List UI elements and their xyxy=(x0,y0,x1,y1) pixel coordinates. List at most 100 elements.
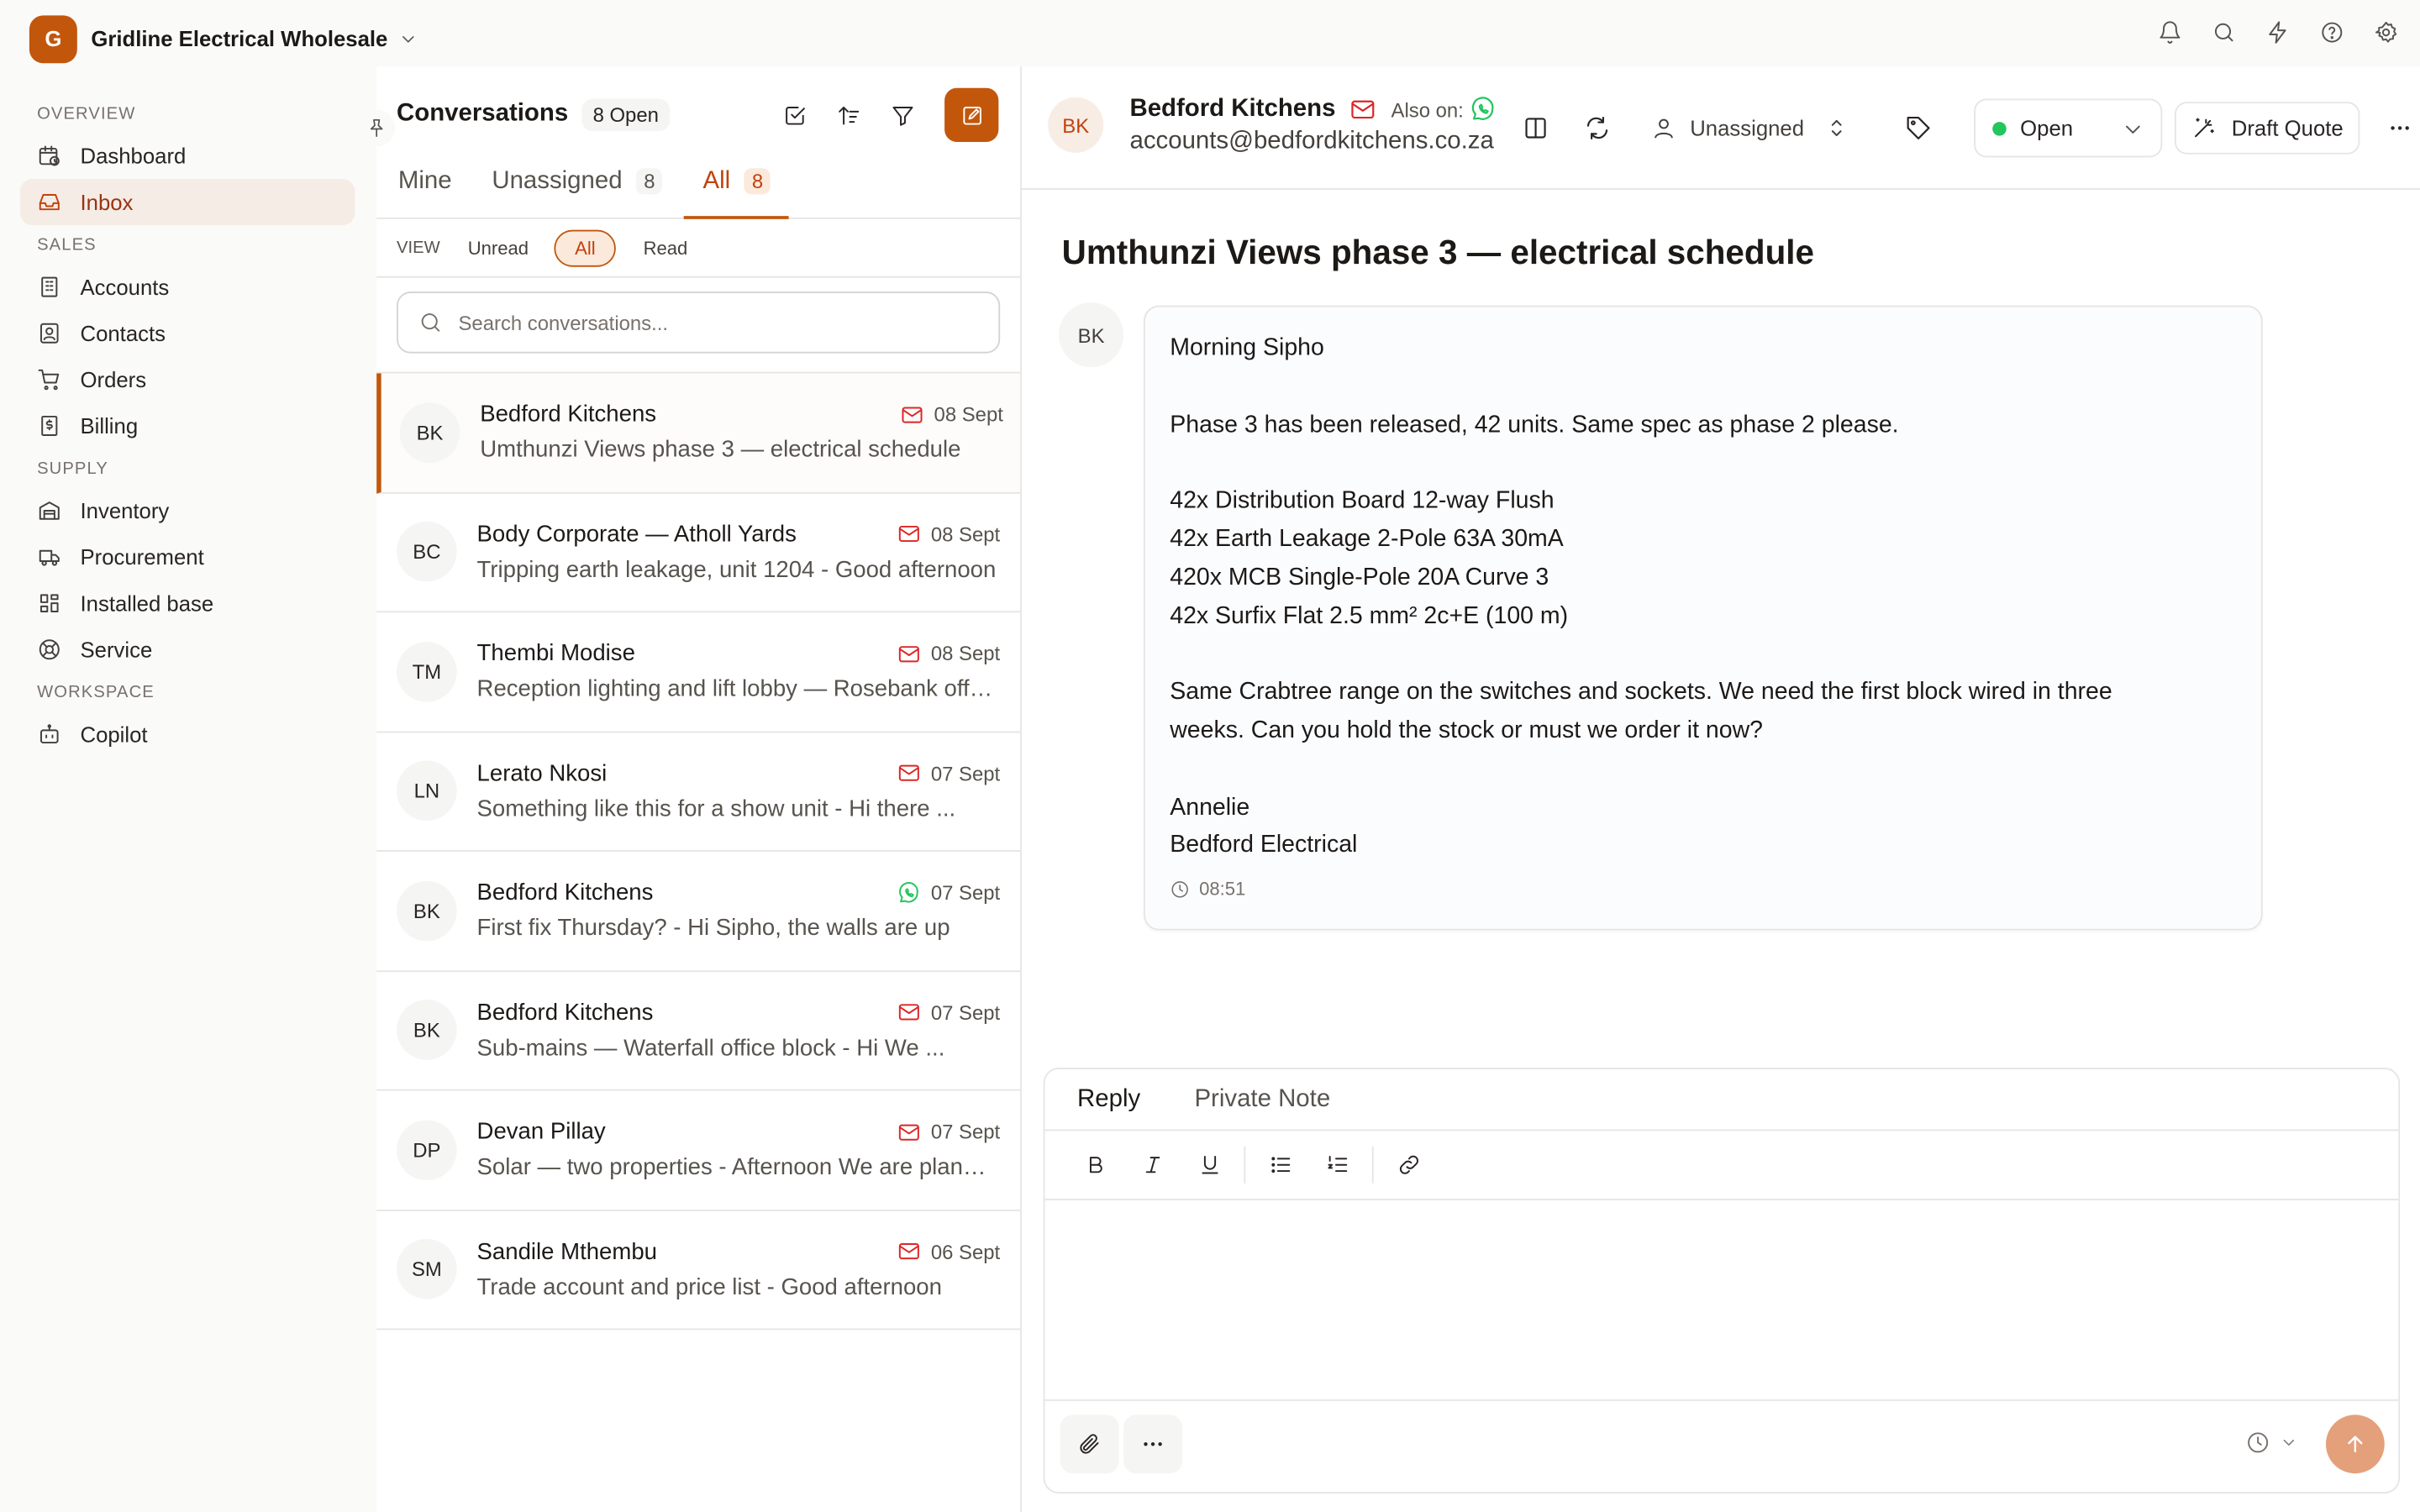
view-all[interactable]: All xyxy=(555,228,616,266)
calendar-clock-icon xyxy=(39,145,60,166)
reply-composer: Reply Private Note xyxy=(1043,1068,2401,1494)
more-icon[interactable] xyxy=(2388,116,2412,140)
status-dot xyxy=(1992,121,2007,135)
sidebar-item-installed-base[interactable]: Installed base xyxy=(20,580,355,627)
conversation-avatar: BK xyxy=(397,1000,457,1061)
conversation-date: 07 Sept xyxy=(930,881,1001,905)
conversation-search xyxy=(397,291,1001,354)
conversation-meta: 07 Sept xyxy=(897,880,1000,905)
conversation-item[interactable]: TM Thembi Modise 08 Sept Reception lighting… xyxy=(376,612,1021,732)
reply-textarea[interactable] xyxy=(1044,1200,2399,1399)
attach-button[interactable] xyxy=(1060,1415,1119,1474)
message-line xyxy=(1170,369,2236,407)
sidebar-item-copilot[interactable]: Copilot xyxy=(20,711,355,758)
paperclip-icon xyxy=(1080,1434,1099,1454)
contact-name[interactable]: Bedford Kitchens xyxy=(1129,96,1335,123)
sidebar-panel-icon[interactable] xyxy=(1522,114,1549,142)
filter-icon[interactable] xyxy=(891,102,915,127)
tag-icon[interactable] xyxy=(1904,114,1932,142)
conversation-body: Lerato Nkosi 07 Sept Something like this f… xyxy=(477,760,1001,822)
sidebar-item-label: Copilot xyxy=(80,722,148,747)
message-time-row: 08:51 xyxy=(1170,878,2236,900)
sidebar-item-dashboard[interactable]: Dashboard xyxy=(20,133,355,179)
section-workspace: WORKSPACE xyxy=(37,682,155,701)
conversation-item[interactable]: BC Body Corporate — Atholl Yards 08 Sept Tr… xyxy=(376,493,1021,613)
italic-icon[interactable] xyxy=(1123,1142,1181,1188)
view-read[interactable]: Read xyxy=(644,237,688,259)
message-sender-avatar: BK xyxy=(1059,302,1124,368)
sidebar-item-label: Service xyxy=(80,637,153,662)
conversation-tabs: Mine Unassigned 8 All 8 xyxy=(376,162,1021,219)
lifebuoy-icon xyxy=(39,639,60,660)
conversation-items: BK Bedford Kitchens 08 Sept Umthunzi Views … xyxy=(376,371,1021,1331)
status-label: Open xyxy=(2020,115,2074,141)
compose-button[interactable] xyxy=(944,87,999,142)
sidebar-item-billing[interactable]: Billing xyxy=(20,402,355,449)
org-switcher[interactable]: G Gridline Electrical Wholesale xyxy=(29,14,418,63)
sidebar-item-service[interactable]: Service xyxy=(20,627,355,673)
conversation-list-header: Conversations 8 Open xyxy=(376,66,1020,162)
sidebar-item-accounts[interactable]: Accounts xyxy=(20,264,355,310)
tab-reply[interactable]: Reply xyxy=(1077,1085,1140,1113)
settings-icon[interactable] xyxy=(2374,20,2398,45)
whatsapp-icon[interactable] xyxy=(1470,96,1497,123)
sidebar-item-inbox[interactable]: Inbox xyxy=(19,179,355,226)
conversation-item[interactable]: SM Sandile Mthembu 06 Sept Trade account an… xyxy=(376,1210,1021,1331)
status-select[interactable]: Open xyxy=(1974,98,2163,158)
conversation-preview: Solar — two properties - Afternoon We ar… xyxy=(476,1154,997,1181)
mail-icon xyxy=(897,1239,921,1263)
section-supply: SUPPLY xyxy=(37,459,108,478)
conversation-item[interactable]: BK Bedford Kitchens 07 Sept Sub-mains — Wat… xyxy=(376,971,1021,1091)
conversation-date: 07 Sept xyxy=(930,1120,1001,1144)
bell-icon[interactable] xyxy=(2158,20,2182,45)
link-icon[interactable] xyxy=(1380,1142,1437,1188)
zap-icon[interactable] xyxy=(2265,20,2290,45)
search-icon[interactable] xyxy=(2212,20,2236,45)
mail-icon xyxy=(897,1120,921,1144)
sidebar-item-contacts[interactable]: Contacts xyxy=(20,310,355,356)
message-line: Bedford Electrical xyxy=(1170,832,1358,858)
message-bubble: Morning Sipho Phase 3 has been released, … xyxy=(1144,305,2263,931)
chevron-down-icon xyxy=(2283,1439,2295,1446)
bullet-list-icon[interactable] xyxy=(1252,1142,1309,1188)
magic-wand-icon xyxy=(2194,118,2214,138)
sort-icon[interactable] xyxy=(837,102,861,127)
conversation-item[interactable]: BK Bedford Kitchens 07 Sept First fix Thurs… xyxy=(376,852,1021,972)
tab-all[interactable]: All 8 xyxy=(684,162,790,219)
whatsapp-icon xyxy=(897,880,921,905)
message-line: Same Crabtree range on the switches and … xyxy=(1170,679,2112,706)
mail-icon xyxy=(900,402,924,427)
numbered-list-icon[interactable] xyxy=(1309,1142,1366,1188)
conversation-row-top: Bedford Kitchens 07 Sept xyxy=(477,879,1001,906)
conversation-meta: 08 Sept xyxy=(897,642,1000,666)
assignee-select[interactable]: Unassigned xyxy=(1651,116,1849,140)
tab-private-note[interactable]: Private Note xyxy=(1194,1085,1330,1113)
sidebar-item-procurement[interactable]: Procurement xyxy=(20,534,355,580)
draft-quote-button[interactable]: Draft Quote xyxy=(2174,102,2360,155)
help-icon[interactable] xyxy=(2320,20,2344,45)
conversation-row-top: Bedford Kitchens 08 Sept xyxy=(480,402,1003,428)
send-button[interactable] xyxy=(2325,1415,2385,1474)
tab-mine[interactable]: Mine xyxy=(398,162,452,218)
user-icon xyxy=(1655,118,1673,139)
bold-icon[interactable] xyxy=(1066,1142,1123,1188)
conversation-avatar: SM xyxy=(397,1239,457,1299)
conversation-item[interactable]: DP Devan Pillay 07 Sept Solar — two propert… xyxy=(376,1091,1021,1210)
more-options-button[interactable] xyxy=(1123,1415,1182,1474)
schedule-send[interactable] xyxy=(2245,1431,2297,1455)
conversation-name: Bedford Kitchens xyxy=(476,879,654,906)
select-checkbox-icon[interactable] xyxy=(782,102,807,127)
view-unread[interactable]: Unread xyxy=(468,237,529,259)
mail-icon xyxy=(897,642,921,666)
conversation-item[interactable]: BK Bedford Kitchens 08 Sept Umthunzi Views … xyxy=(376,373,1021,493)
compose-icon xyxy=(962,106,981,124)
underline-icon[interactable] xyxy=(1181,1142,1238,1188)
sidebar-item-orders[interactable]: Orders xyxy=(20,356,355,402)
search-input[interactable] xyxy=(458,311,968,334)
merge-icon[interactable] xyxy=(1583,114,1611,142)
conversation-item[interactable]: LN Lerato Nkosi 07 Sept Something like this… xyxy=(376,732,1021,852)
contact-name-row: Bedford Kitchens Also on: xyxy=(1129,96,1497,123)
sidebar-item-inventory[interactable]: Inventory xyxy=(20,487,355,533)
tab-unassigned[interactable]: Unassigned 8 xyxy=(492,162,663,218)
conversation-name: Bedford Kitchens xyxy=(480,402,657,428)
